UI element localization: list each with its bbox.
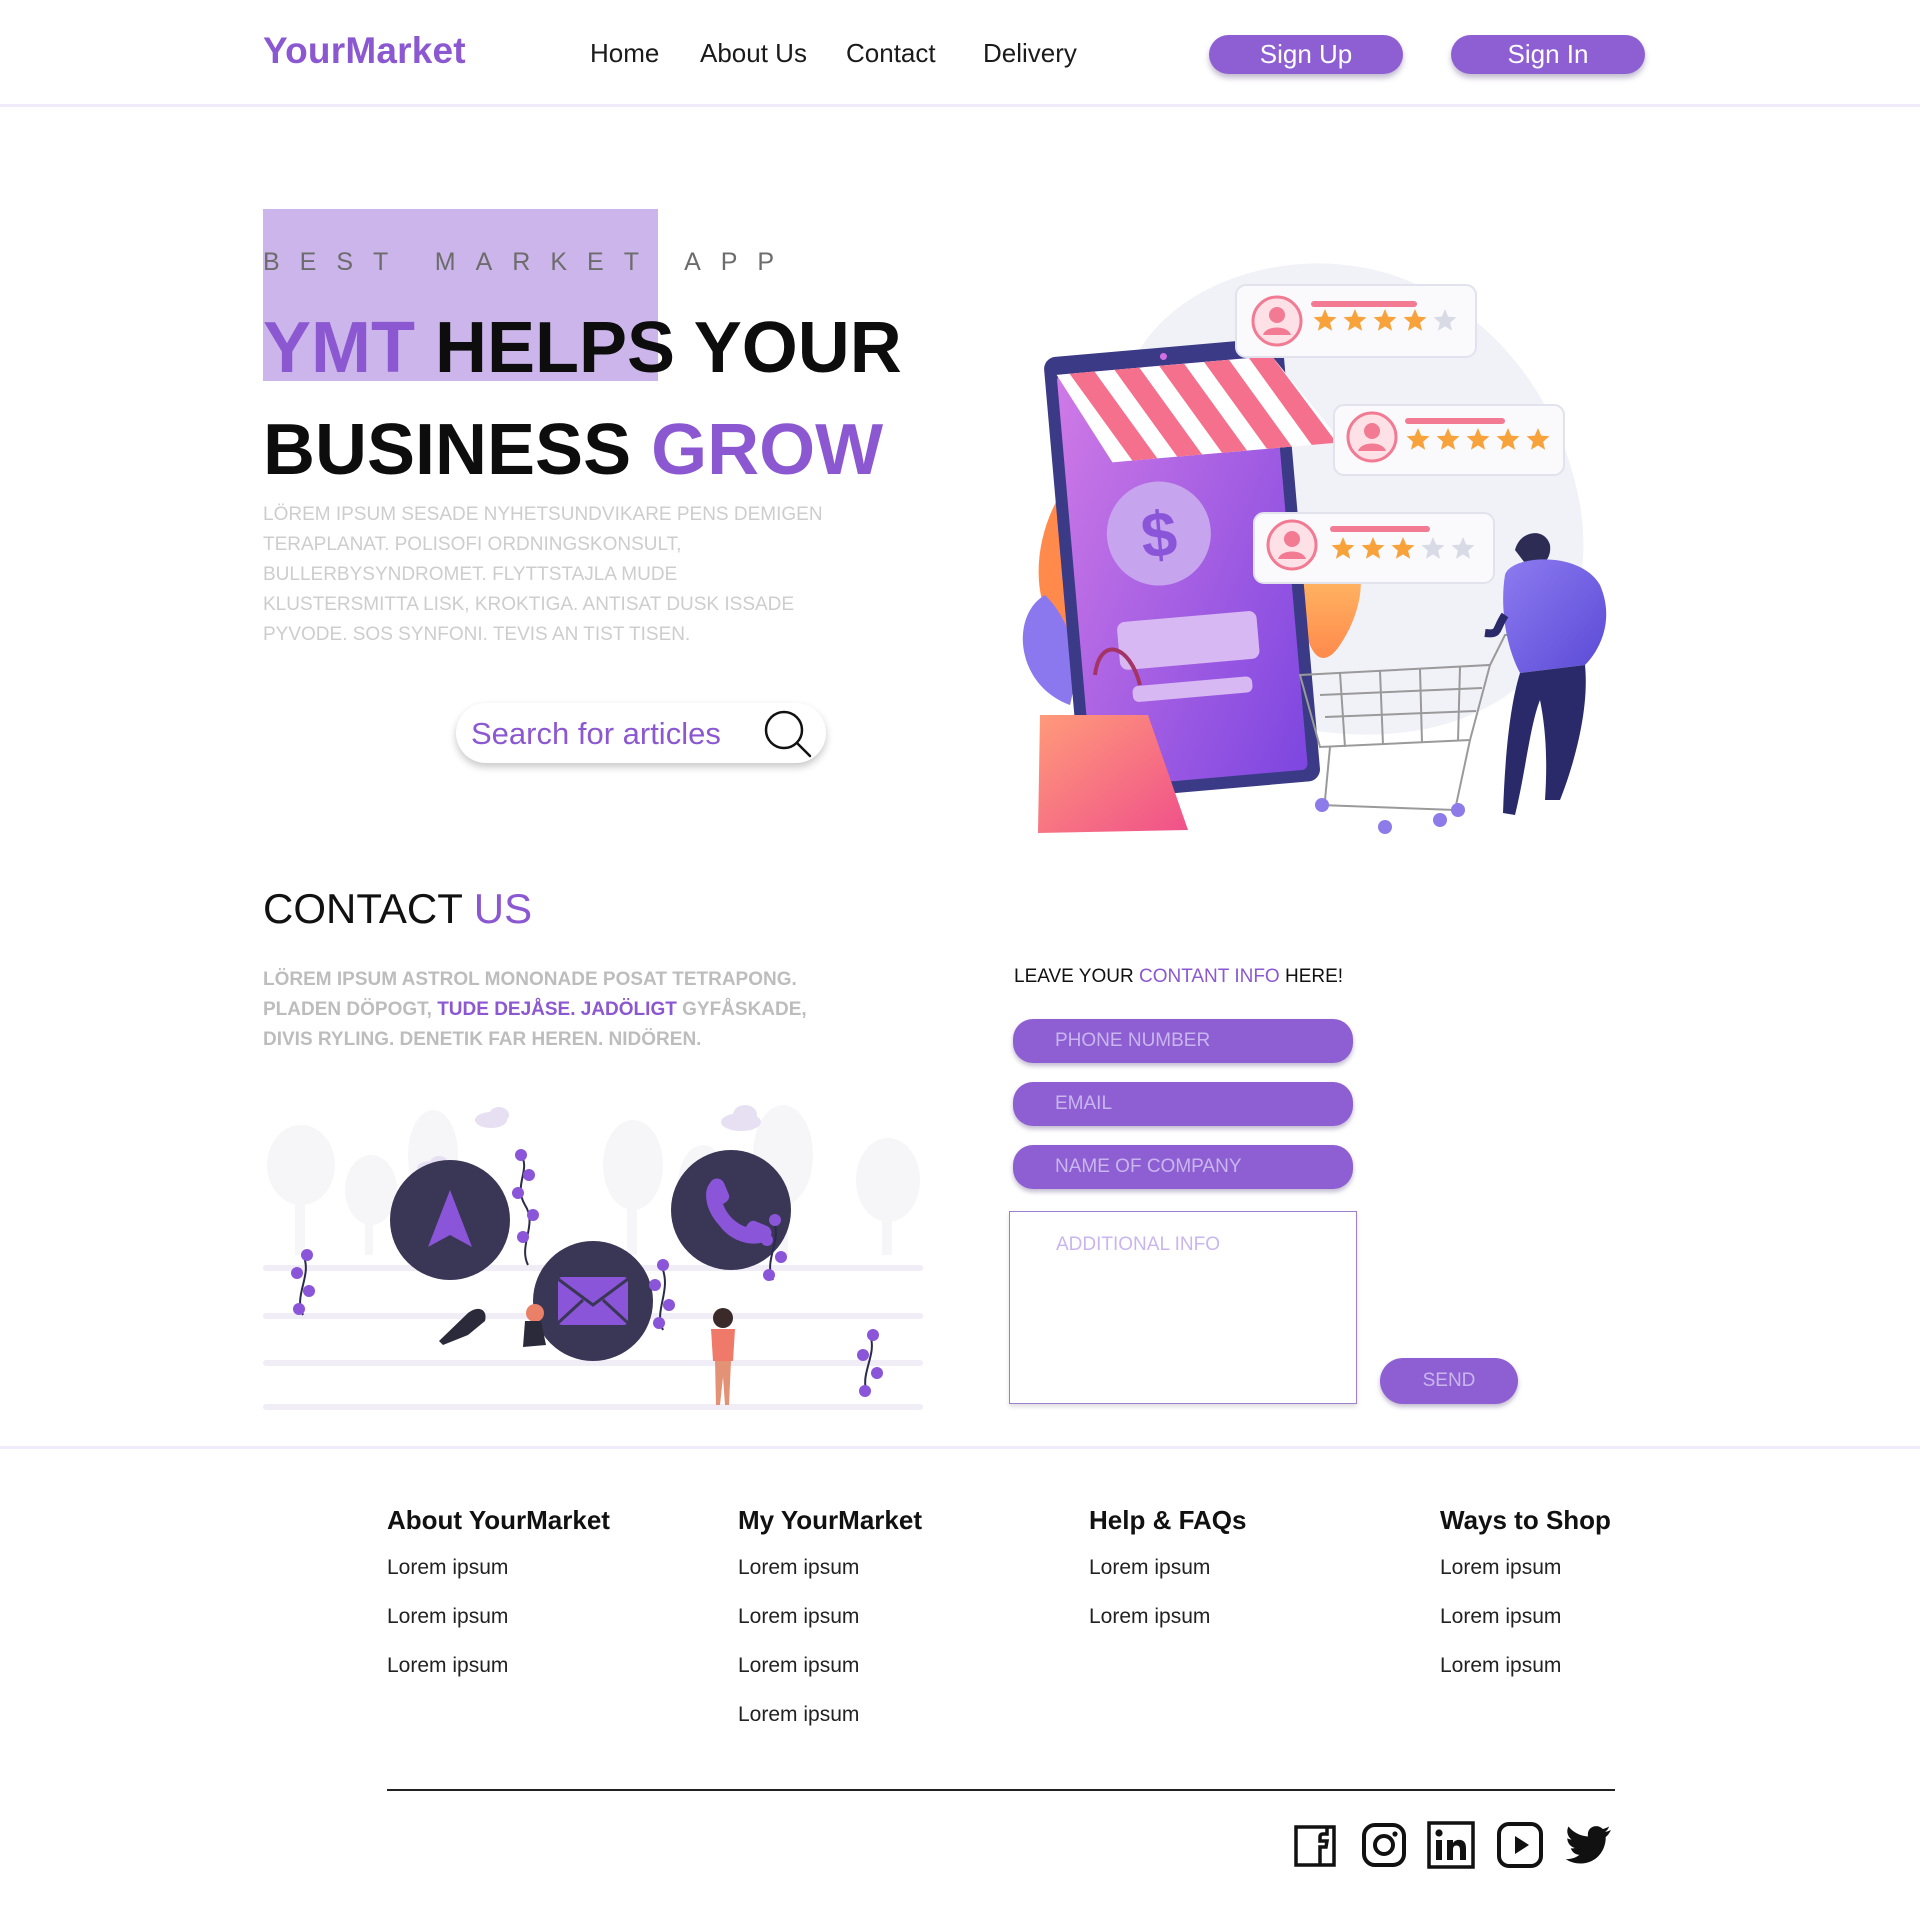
facebook-icon[interactable] [1292,1821,1340,1869]
footer-column-title: About YourMarket [387,1505,610,1535]
youtube-icon[interactable] [1496,1821,1544,1869]
footer-link[interactable]: Lorem ipsum [738,1605,922,1629]
nav-contact[interactable]: Contact [846,38,936,69]
footer-link[interactable]: Lorem ipsum [387,1654,610,1678]
footer-link[interactable]: Lorem ipsum [1089,1605,1246,1629]
hero-headline-line2: BUSINESS GROW [263,414,883,486]
instagram-icon[interactable] [1360,1821,1408,1869]
footer-column-title: Ways to Shop [1440,1505,1611,1535]
hero-eyebrow: BEST MARKET APP [263,248,795,276]
footer-column-title: Help & FAQs [1089,1505,1247,1535]
linkedin-icon[interactable] [1427,1821,1475,1869]
shopping-illustration: $ [1022,263,1607,834]
hero-accent-ymt: YMT [263,308,415,388]
sign-up-button[interactable]: Sign Up [1209,35,1403,74]
send-button[interactable]: SEND [1380,1358,1518,1404]
nav-delivery[interactable]: Delivery [983,38,1077,69]
footer-link[interactable]: Lorem ipsum [1440,1605,1611,1629]
footer-link[interactable]: Lorem ipsum [1440,1556,1611,1580]
additional-info-field[interactable] [1009,1211,1357,1404]
footer-link[interactable]: Lorem ipsum [1089,1556,1246,1580]
footer-column-title: My YourMarket [738,1505,922,1535]
footer-rule [387,1789,1615,1791]
footer-link[interactable]: Lorem ipsum [1440,1654,1611,1678]
footer-link[interactable]: Lorem ipsum [738,1654,922,1678]
site-header: YourMarket Home About Us Contact Deliver… [0,0,1920,107]
contact-illustration [263,1105,923,1410]
form-heading-part1: LEAVE YOUR [1014,966,1139,987]
hero-accent-grow: GROW [651,410,884,490]
form-heading-accent: CONTANT INFO [1138,966,1280,987]
footer-link[interactable]: Lorem ipsum [387,1605,610,1629]
svg-text:$: $ [1138,497,1180,572]
contact-body-accent: TUDE DEJÅSE. JADÖLIGT [437,999,677,1020]
hero-body-text: LÖREM IPSUM SESADE NYHETSUNDVIKARE PENS … [263,504,823,645]
footer-column-ways-to-shop: Ways to Shop Lorem ipsum Lorem ipsum Lor… [1440,1505,1611,1703]
search-placeholder[interactable]: Search for articles [471,716,721,752]
company-name-field[interactable] [1013,1145,1353,1189]
phone-number-field[interactable] [1013,1019,1353,1063]
email-field[interactable] [1013,1082,1353,1126]
sign-in-button[interactable]: Sign In [1451,35,1645,74]
footer-column-help: Help & FAQs Lorem ipsum Lorem ipsum [1089,1505,1246,1654]
footer-column-my-yourmarket: My YourMarket Lorem ipsum Lorem ipsum Lo… [738,1505,922,1752]
logo[interactable]: YourMarket [263,30,466,72]
nav-home[interactable]: Home [590,38,659,69]
footer-link[interactable]: Lorem ipsum [738,1703,922,1727]
contact-title-main: CONTACT [263,885,474,932]
footer-divider [0,1446,1920,1449]
contact-title-accent: US [473,885,533,932]
article-search-box[interactable]: Search for articles [456,703,826,763]
form-heading-part2: HERE! [1279,966,1344,987]
contact-title: CONTACT US [263,885,532,933]
search-icon[interactable] [762,708,814,760]
twitter-icon[interactable] [1565,1821,1613,1869]
nav-about-us[interactable]: About Us [700,38,807,69]
footer-link[interactable]: Lorem ipsum [387,1556,610,1580]
mail-icon [558,1277,628,1325]
footer-column-about: About YourMarket Lorem ipsum Lorem ipsum… [387,1505,610,1703]
form-heading: LEAVE YOUR CONTANT INFO HERE! [1014,966,1343,988]
hero-line1-text: HELPS YOUR [414,308,902,388]
hero-headline-line1: YMT HELPS YOUR [263,312,902,384]
contact-body-text: LÖREM IPSUM ASTROL MONONADE POSAT TETRAP… [263,965,853,1055]
footer-link[interactable]: Lorem ipsum [738,1556,922,1580]
hero-line2-text: BUSINESS [263,410,652,490]
